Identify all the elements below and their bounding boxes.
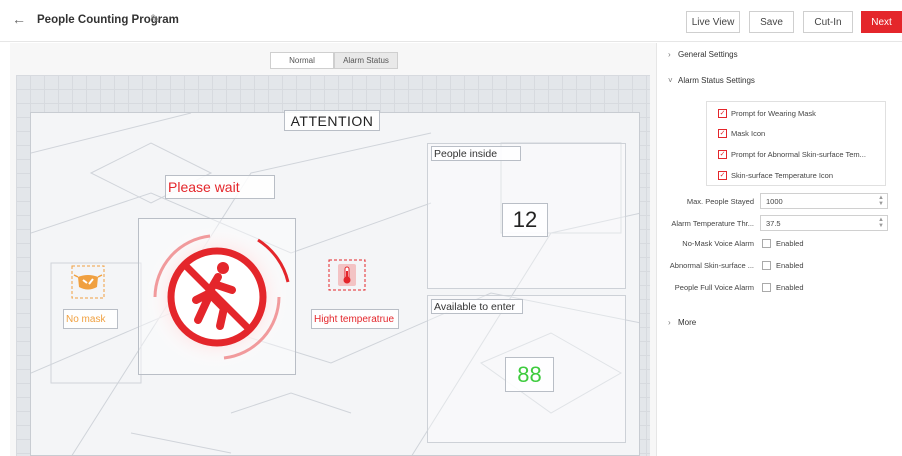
high-temperature-text[interactable]: Hight temperatrue: [311, 309, 399, 329]
chevron-right-icon: ›: [668, 50, 671, 59]
cut-in-button[interactable]: Cut-In: [803, 11, 853, 33]
checkbox[interactable]: [762, 260, 771, 270]
thermometer-icon[interactable]: [328, 259, 366, 291]
no-entry-person-icon: [145, 225, 290, 369]
people-inside-label[interactable]: People inside: [431, 146, 521, 161]
tab-alarm-status[interactable]: Alarm Status: [334, 52, 398, 69]
checkbox[interactable]: [762, 282, 771, 292]
wearing-mask-prompt-option[interactable]: ✓ Prompt for Wearing Mask: [718, 107, 816, 119]
no-mask-icon[interactable]: [71, 265, 105, 299]
checkbox-checked-icon[interactable]: ✓: [718, 128, 727, 138]
general-settings-header[interactable]: › General Settings: [668, 50, 738, 59]
checkbox-checked-icon[interactable]: ✓: [718, 149, 727, 159]
attention-text[interactable]: ATTENTION: [284, 110, 380, 131]
people-inside-count[interactable]: 12: [502, 203, 548, 237]
abnormal-skin-voice-label: Abnormal Skin-surface ...: [669, 261, 754, 270]
no-mask-voice-label: No-Mask Voice Alarm: [682, 239, 754, 248]
max-people-label: Max. People Stayed: [686, 197, 754, 206]
chevron-down-icon: ˅: [668, 76, 673, 85]
temperature-icon-option[interactable]: ✓ Skin-surface Temperature Icon: [718, 169, 833, 181]
checkbox[interactable]: [762, 238, 771, 248]
tab-normal[interactable]: Normal: [270, 52, 334, 69]
top-bar: ← People Counting Program ✎ Live View Sa…: [0, 0, 902, 42]
checkbox-checked-icon[interactable]: ✓: [718, 170, 727, 180]
max-people-input[interactable]: 1000 ▲ ▼: [760, 193, 888, 209]
pencil-icon[interactable]: ✎: [150, 12, 160, 26]
mask-icon-option[interactable]: ✓ Mask Icon: [718, 127, 765, 139]
arrow-left-icon[interactable]: ←: [12, 11, 26, 27]
spinner-icon[interactable]: ▲ ▼: [878, 217, 884, 229]
more-settings-header[interactable]: › More: [668, 318, 696, 327]
live-view-button[interactable]: Live View: [686, 11, 740, 33]
no-mask-text[interactable]: No mask: [63, 309, 118, 329]
checkbox-checked-icon[interactable]: ✓: [718, 108, 727, 118]
no-mask-voice-enabled[interactable]: Enabled: [762, 237, 804, 249]
alarm-status-settings-header[interactable]: ˅ Alarm Status Settings: [668, 76, 755, 85]
spinner-icon[interactable]: ▲ ▼: [878, 195, 884, 207]
alarm-temp-threshold-input[interactable]: 37.5 ▲ ▼: [760, 215, 888, 231]
abnormal-temp-prompt-option[interactable]: ✓ Prompt for Abnormal Skin-surface Tem...: [718, 148, 866, 160]
available-to-enter-label[interactable]: Available to enter: [431, 299, 523, 314]
people-full-voice-enabled[interactable]: Enabled: [762, 281, 804, 293]
people-full-voice-label: People Full Voice Alarm: [674, 283, 754, 292]
alarm-temp-threshold-label: Alarm Temperature Thr...: [671, 219, 754, 228]
mode-tabs: Normal Alarm Status: [270, 52, 398, 69]
abnormal-skin-voice-enabled[interactable]: Enabled: [762, 259, 804, 271]
chevron-right-icon: ›: [668, 318, 671, 327]
save-button[interactable]: Save: [749, 11, 794, 33]
please-wait-text[interactable]: Please wait: [165, 175, 275, 199]
next-button[interactable]: Next: [861, 11, 902, 33]
available-to-enter-count[interactable]: 88: [505, 357, 554, 392]
